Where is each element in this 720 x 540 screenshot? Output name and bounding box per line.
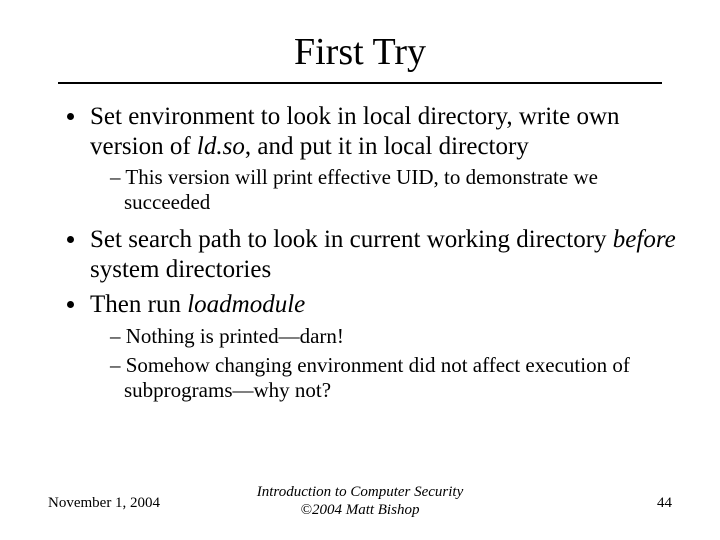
bullet-3: Then run loadmodule Nothing is printed—d…	[88, 290, 680, 403]
slide: First Try Set environment to look in loc…	[0, 0, 720, 540]
footer-course: Introduction to Computer Security	[257, 484, 464, 500]
bullet-3-text-pre: Then run	[90, 291, 187, 318]
footer-page-number: 44	[657, 495, 672, 512]
bullet-1-text-post: , and put it in local directory	[245, 133, 529, 160]
bullet-1-sub-1: This version will print effective UID, t…	[100, 165, 680, 215]
bullet-3-sub-1: Nothing is printed—darn!	[100, 324, 680, 349]
title-underline	[58, 82, 662, 84]
bullet-3-sub-2: Somehow changing environment did not aff…	[100, 353, 680, 403]
bullet-1: Set environment to look in local directo…	[88, 102, 680, 215]
footer-copyright: ©2004 Matt Bishop	[301, 502, 420, 518]
bullet-1-emph: ld.so	[197, 133, 245, 160]
bullet-2: Set search path to look in current worki…	[88, 225, 680, 284]
bullet-2-text-pre: Set search path to look in current worki…	[90, 226, 613, 253]
slide-body: Set environment to look in local directo…	[0, 102, 720, 403]
bullet-3-sublist: Nothing is printed—darn! Somehow changin…	[90, 324, 680, 404]
slide-footer: November 1, 2004 Introduction to Compute…	[0, 483, 720, 521]
bullet-1-sublist: This version will print effective UID, t…	[90, 165, 680, 215]
bullet-3-emph: loadmodule	[187, 291, 305, 318]
footer-date: November 1, 2004	[48, 495, 160, 512]
slide-title: First Try	[0, 0, 720, 82]
bullet-list: Set environment to look in local directo…	[60, 102, 680, 403]
bullet-2-text-post: system directories	[90, 256, 271, 283]
bullet-2-emph: before	[613, 226, 676, 253]
